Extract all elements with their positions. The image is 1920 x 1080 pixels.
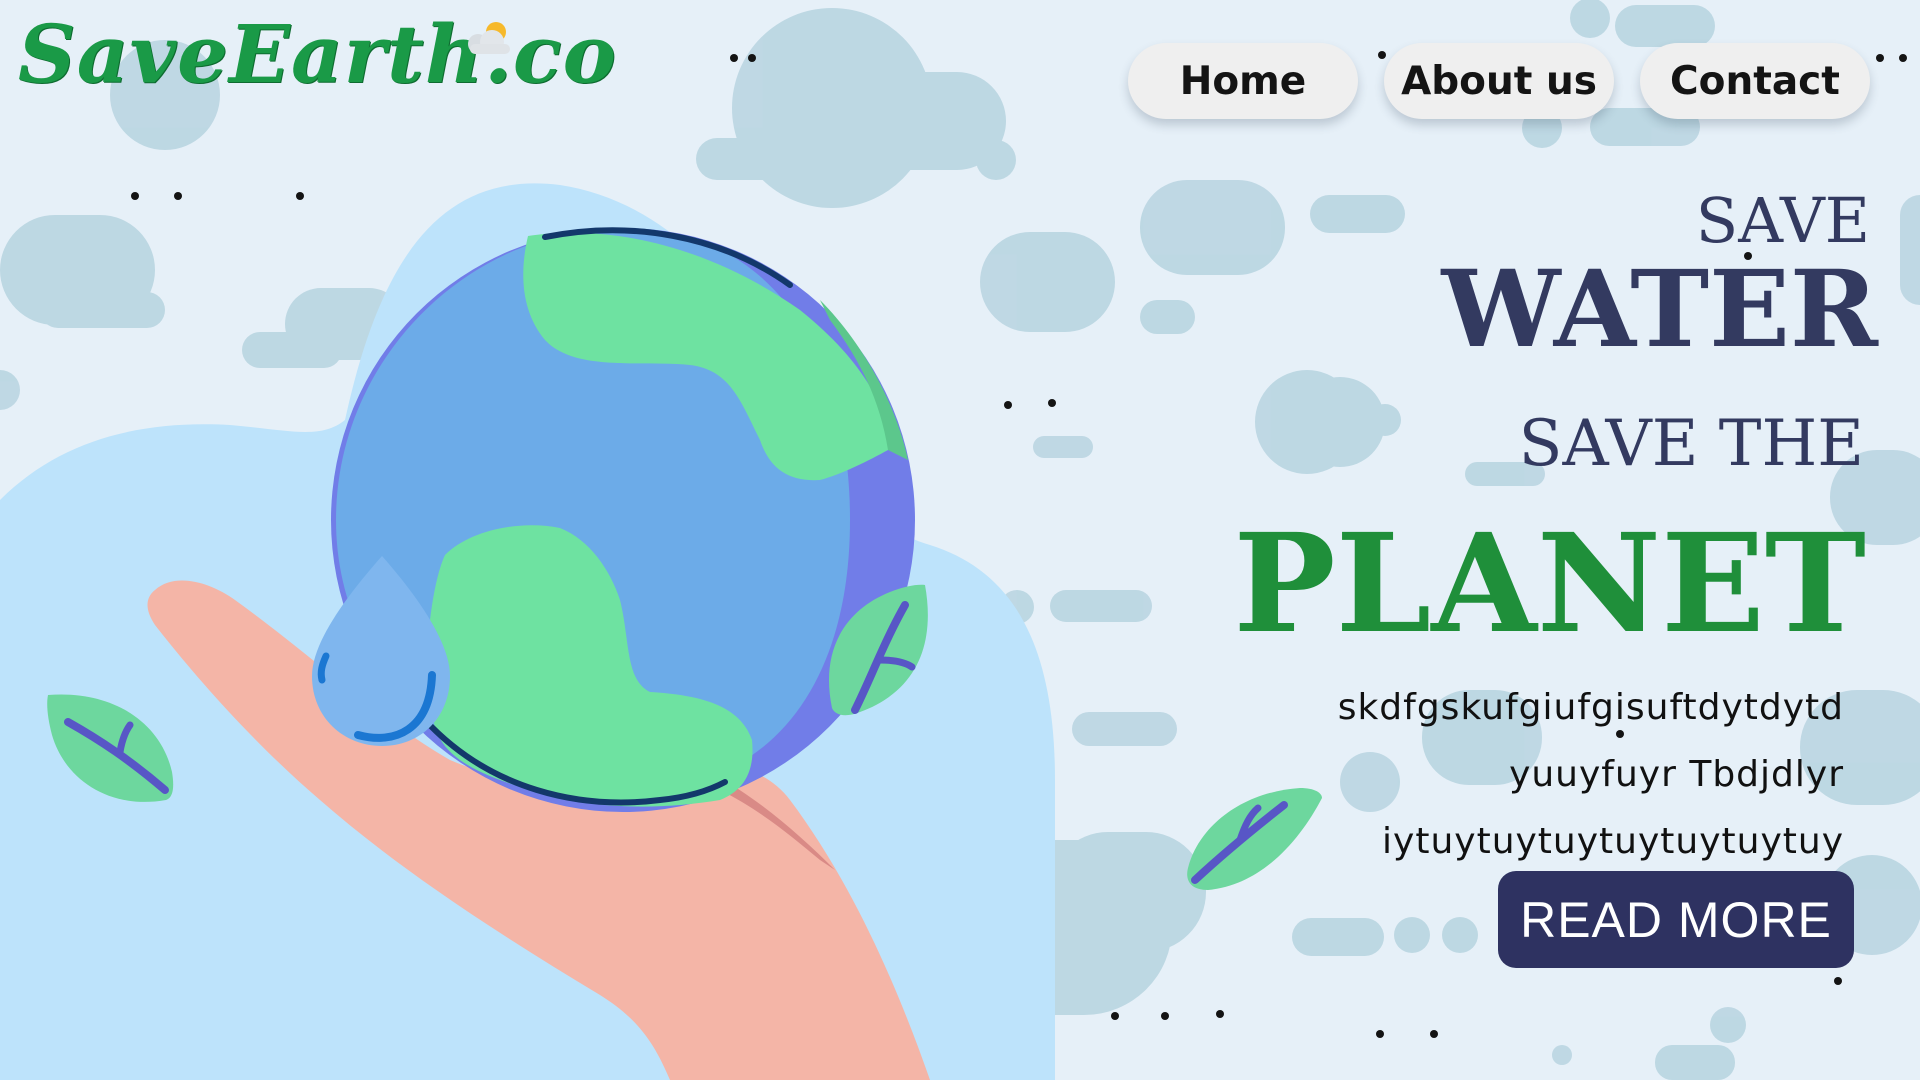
hero-save-heading: SAVE: [1695, 184, 1870, 257]
hero-water-heading: WATER: [1441, 246, 1878, 371]
read-more-button[interactable]: READ MORE: [1498, 871, 1854, 968]
hero-paragraph-line: skdfgskufgiufgisuftdytdytd: [1337, 687, 1844, 728]
hero-paragraph-line: yuuyfuyr Tbdjdlyr: [1509, 754, 1844, 795]
hero-paragraph-line: iytuytuytuytuytuytuytuy: [1382, 821, 1844, 862]
hero-text: SAVE WATER SAVE THE PLANET skdfgskufgiuf…: [1118, 190, 1878, 875]
hero-paragraph: skdfgskufgiufgisuftdytdytd yuuyfuyr Tbdj…: [1118, 674, 1844, 875]
logo[interactable]: SaveEarth.co: [18, 14, 617, 94]
nav-contact[interactable]: Contact: [1640, 43, 1870, 119]
nav-home[interactable]: Home: [1128, 43, 1358, 119]
hero-save-the-heading: SAVE THE: [1518, 407, 1864, 481]
weather-cloud-sun-icon: [468, 22, 510, 54]
nav-about-us[interactable]: About us: [1384, 43, 1614, 119]
hero-planet-heading: PLANET: [1233, 504, 1866, 664]
main-nav: Home About us Contact: [1128, 43, 1870, 119]
